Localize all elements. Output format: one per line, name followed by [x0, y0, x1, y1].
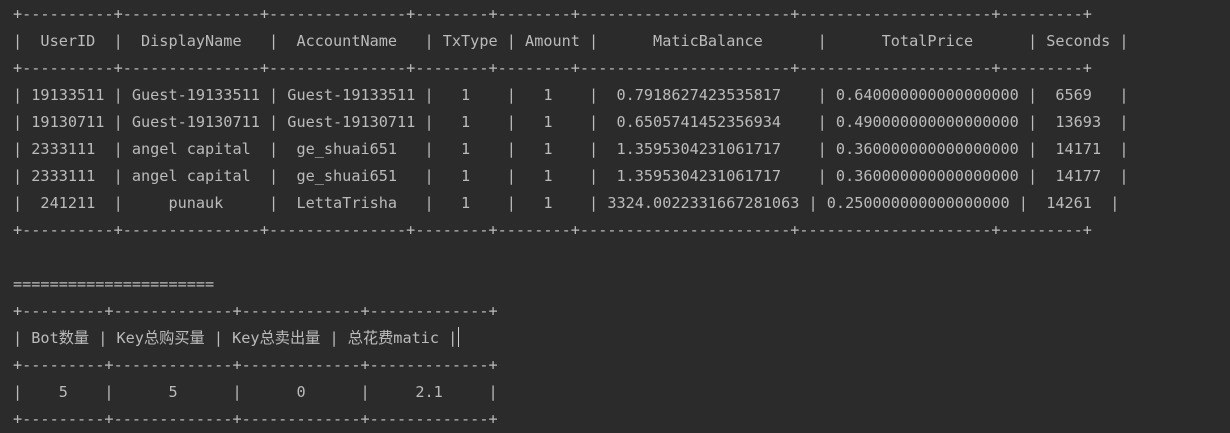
main-table-header-separator: +----------+---------------+------------…	[13, 59, 1092, 77]
summary-table-header-line: | Bot数量 | Key总购买量 | Key总卖出量 | 总花费matic |	[13, 325, 1230, 352]
main-table-row: | 2333111 | angel capital | ge_shuai651 …	[13, 140, 1129, 158]
main-table-header-row: | UserID | DisplayName | AccountName | T…	[13, 32, 1129, 50]
main-table-row: | 2333111 | angel capital | ge_shuai651 …	[13, 167, 1129, 185]
summary-table-header-row: | Bot数量 | Key总购买量 | Key总卖出量 | 总花费matic |	[13, 329, 458, 347]
main-table-row: | 241211 | punauk | LettaTrisha | 1 | 1 …	[13, 194, 1120, 212]
main-table-row: | 19133511 | Guest-19133511 | Guest-1913…	[13, 86, 1129, 104]
summary-table-row: | 5 | 5 | 0 | 2.1 |	[13, 383, 498, 401]
terminal-output[interactable]: +----------+---------------+------------…	[0, 1, 1230, 432]
text-cursor	[458, 327, 460, 347]
main-table-bottom-border: +----------+---------------+------------…	[13, 221, 1092, 239]
main-table-row: | 19130711 | Guest-19130711 | Guest-1913…	[13, 113, 1129, 131]
main-table-top-border: +----------+---------------+------------…	[13, 5, 1092, 23]
summary-table-header-separator: +---------+-------------+-------------+-…	[13, 356, 498, 374]
summary-table-bottom-border: +---------+-------------+-------------+-…	[13, 410, 498, 428]
section-divider: ======================	[13, 275, 215, 293]
summary-table-top-border: +---------+-------------+-------------+-…	[13, 302, 498, 320]
